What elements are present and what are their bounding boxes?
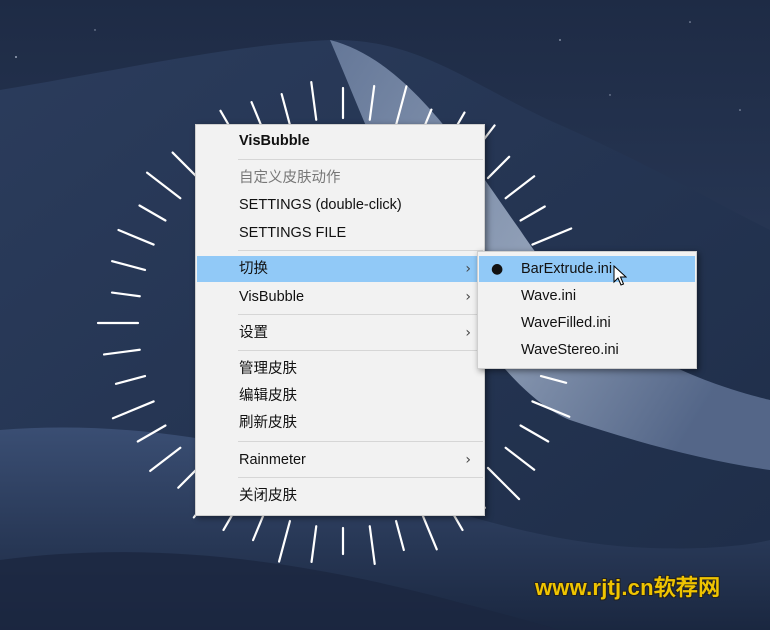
menu-item-custom-actions: 自定义皮肤动作 <box>197 165 483 191</box>
menu-item-edit-skin[interactable]: 编辑皮肤 <box>197 383 483 409</box>
menu-separator <box>238 441 483 442</box>
menu-item-label: 管理皮肤 <box>239 361 297 377</box>
watermark: www.rjtj.cn软荐网 <box>535 575 721 600</box>
submenu-arrow-icon: › <box>465 261 471 277</box>
menu-item-label: WaveStereo.ini <box>521 342 619 358</box>
menu-item-label: Rainmeter <box>239 452 306 468</box>
submenu-arrow-icon: › <box>465 452 471 468</box>
submenu-item-wavefilled[interactable]: WaveFilled.ini <box>479 310 695 336</box>
context-menu: VisBubble 自定义皮肤动作 SETTINGS (double-click… <box>195 124 485 516</box>
visualizer-bar <box>102 348 141 356</box>
visualizer-bar <box>531 227 573 246</box>
menu-item-label: 刷新皮肤 <box>239 415 297 431</box>
menu-separator <box>238 314 483 315</box>
menu-item-switch[interactable]: 切换 › <box>197 256 483 282</box>
visualizer-bar <box>110 291 141 298</box>
visualizer-bar <box>504 446 536 471</box>
visualizer-bar <box>394 85 408 127</box>
visualizer-bar <box>504 175 536 200</box>
menu-item-settings-double-click[interactable]: SETTINGS (double-click) <box>197 192 483 218</box>
menu-item-label: VisBubble <box>239 133 310 149</box>
menu-item-label: 切换 <box>239 261 268 277</box>
menu-item-manage-skin[interactable]: 管理皮肤 <box>197 356 483 382</box>
visualizer-bar <box>277 519 292 563</box>
visualizer-bar <box>519 424 550 443</box>
visualizer-bar <box>280 92 292 127</box>
menu-item-label: Wave.ini <box>521 288 577 304</box>
menu-separator <box>238 477 483 478</box>
menu-item-rainmeter[interactable]: Rainmeter › <box>197 447 483 473</box>
visualizer-bar <box>149 446 182 473</box>
visualizer-bar <box>111 400 155 420</box>
menu-item-settings[interactable]: 设置 › <box>197 320 483 346</box>
menu-item-label: 编辑皮肤 <box>239 388 297 404</box>
menu-item-label: SETTINGS (double-click) <box>239 197 402 213</box>
mouse-cursor-icon <box>613 265 627 286</box>
visualizer-bar <box>486 466 521 501</box>
menu-item-label: 关闭皮肤 <box>239 488 297 504</box>
visualizer-bar <box>420 511 438 551</box>
visualizer-bar <box>136 424 167 443</box>
menu-item-label: VisBubble <box>239 289 305 305</box>
menu-item-label: WaveFilled.ini <box>521 315 611 331</box>
submenu-arrow-icon: › <box>465 325 471 341</box>
visualizer-bar <box>368 525 376 566</box>
menu-separator <box>238 250 483 251</box>
visualizer-bar <box>368 84 376 121</box>
menu-item-settings-file[interactable]: SETTINGS FILE <box>197 220 483 246</box>
menu-item-skin-title[interactable]: VisBubble <box>197 128 483 154</box>
visualizer-bar <box>138 204 167 222</box>
menu-item-refresh-skin[interactable]: 刷新皮肤 <box>197 410 483 436</box>
menu-item-label: SETTINGS FILE <box>239 225 347 241</box>
visualizer-bar <box>114 374 147 385</box>
visualizer-bar <box>531 400 571 418</box>
switch-submenu: ● BarExtrude.ini Wave.ini WaveFilled.ini … <box>477 251 697 369</box>
submenu-item-wave[interactable]: Wave.ini <box>479 283 695 309</box>
menu-separator <box>238 350 483 351</box>
visualizer-bar <box>117 228 155 246</box>
visualizer-bar <box>486 155 511 180</box>
visualizer-bar <box>519 205 546 222</box>
menu-item-label: BarExtrude.ini <box>521 261 613 277</box>
menu-separator <box>238 159 483 160</box>
menu-item-close-skin[interactable]: 关闭皮肤 <box>197 483 483 509</box>
visualizer-bar <box>310 80 318 121</box>
submenu-item-barextrude[interactable]: ● BarExtrude.ini <box>479 256 695 282</box>
visualizer-bar <box>310 525 318 564</box>
menu-item-label: 自定义皮肤动作 <box>239 170 341 186</box>
selected-bullet-icon: ● <box>491 261 504 277</box>
visualizer-bar <box>111 260 147 272</box>
visualizer-bar <box>394 519 405 552</box>
menu-item-visbubble[interactable]: VisBubble › <box>197 284 483 310</box>
submenu-item-wavestereo[interactable]: WaveStereo.ini <box>479 337 695 363</box>
visualizer-bar <box>145 171 182 200</box>
submenu-arrow-icon: › <box>465 289 471 305</box>
visualizer-bar <box>251 511 266 542</box>
visualizer-bar <box>539 374 568 384</box>
menu-item-label: 设置 <box>239 325 268 341</box>
